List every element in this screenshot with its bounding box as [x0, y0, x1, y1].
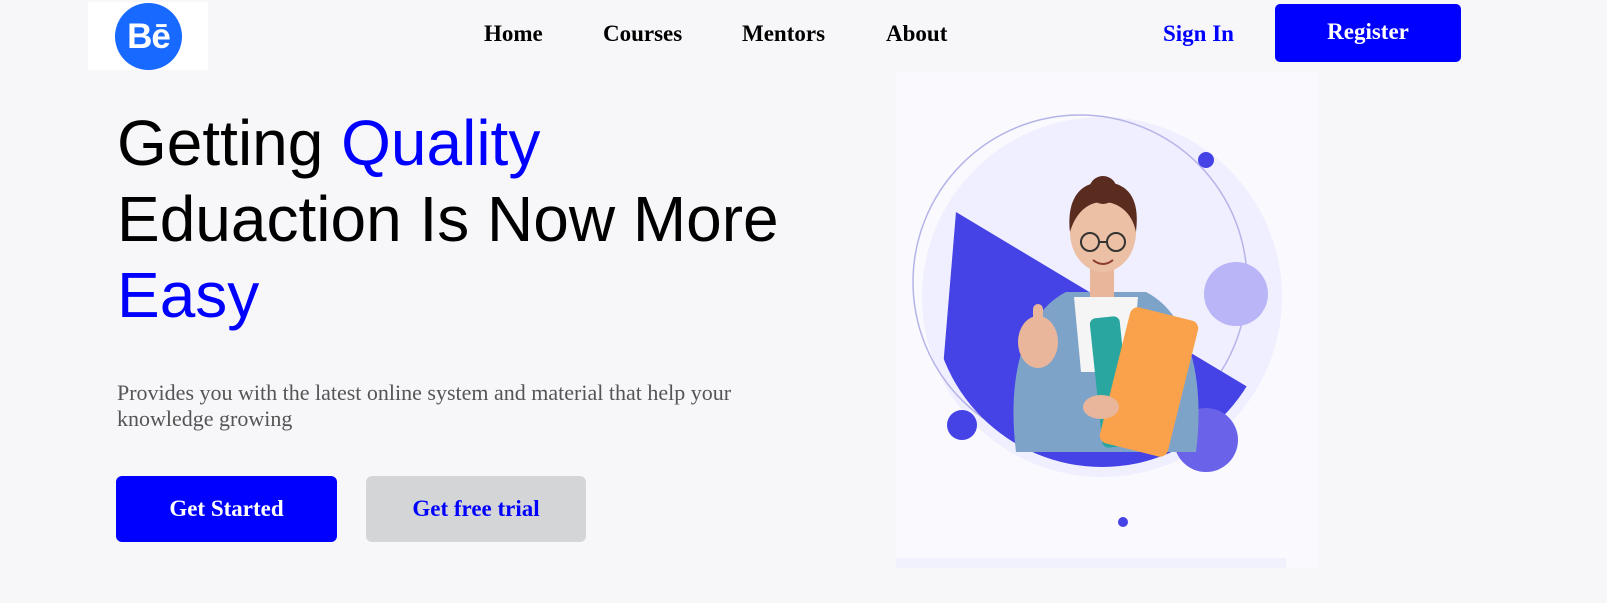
headline-highlight-quality: Quality — [341, 107, 541, 179]
hero-subtext: Provides you with the latest online syst… — [117, 380, 732, 431]
headline-part1: Getting — [117, 107, 342, 179]
hero-illustration — [896, 72, 1318, 568]
get-free-trial-button[interactable]: Get free trial — [366, 476, 586, 542]
behance-logo-icon[interactable]: Bē — [115, 3, 182, 70]
nav-courses[interactable]: Courses — [603, 21, 682, 47]
hero-headline: Getting Quality Eduaction Is Now More Easy — [117, 105, 877, 333]
student-illustration-icon — [912, 114, 1282, 527]
register-button[interactable]: Register — [1275, 4, 1461, 62]
get-started-button[interactable]: Get Started — [116, 476, 337, 542]
sign-in-link[interactable]: Sign In — [1163, 21, 1234, 47]
headline-part2: Eduaction Is Now More — [117, 183, 779, 255]
nav-about[interactable]: About — [886, 21, 947, 47]
headline-highlight-easy: Easy — [117, 259, 260, 331]
nav-home[interactable]: Home — [484, 21, 543, 47]
hero-bottom-strip — [896, 558, 1286, 568]
nav-mentors[interactable]: Mentors — [742, 21, 825, 47]
